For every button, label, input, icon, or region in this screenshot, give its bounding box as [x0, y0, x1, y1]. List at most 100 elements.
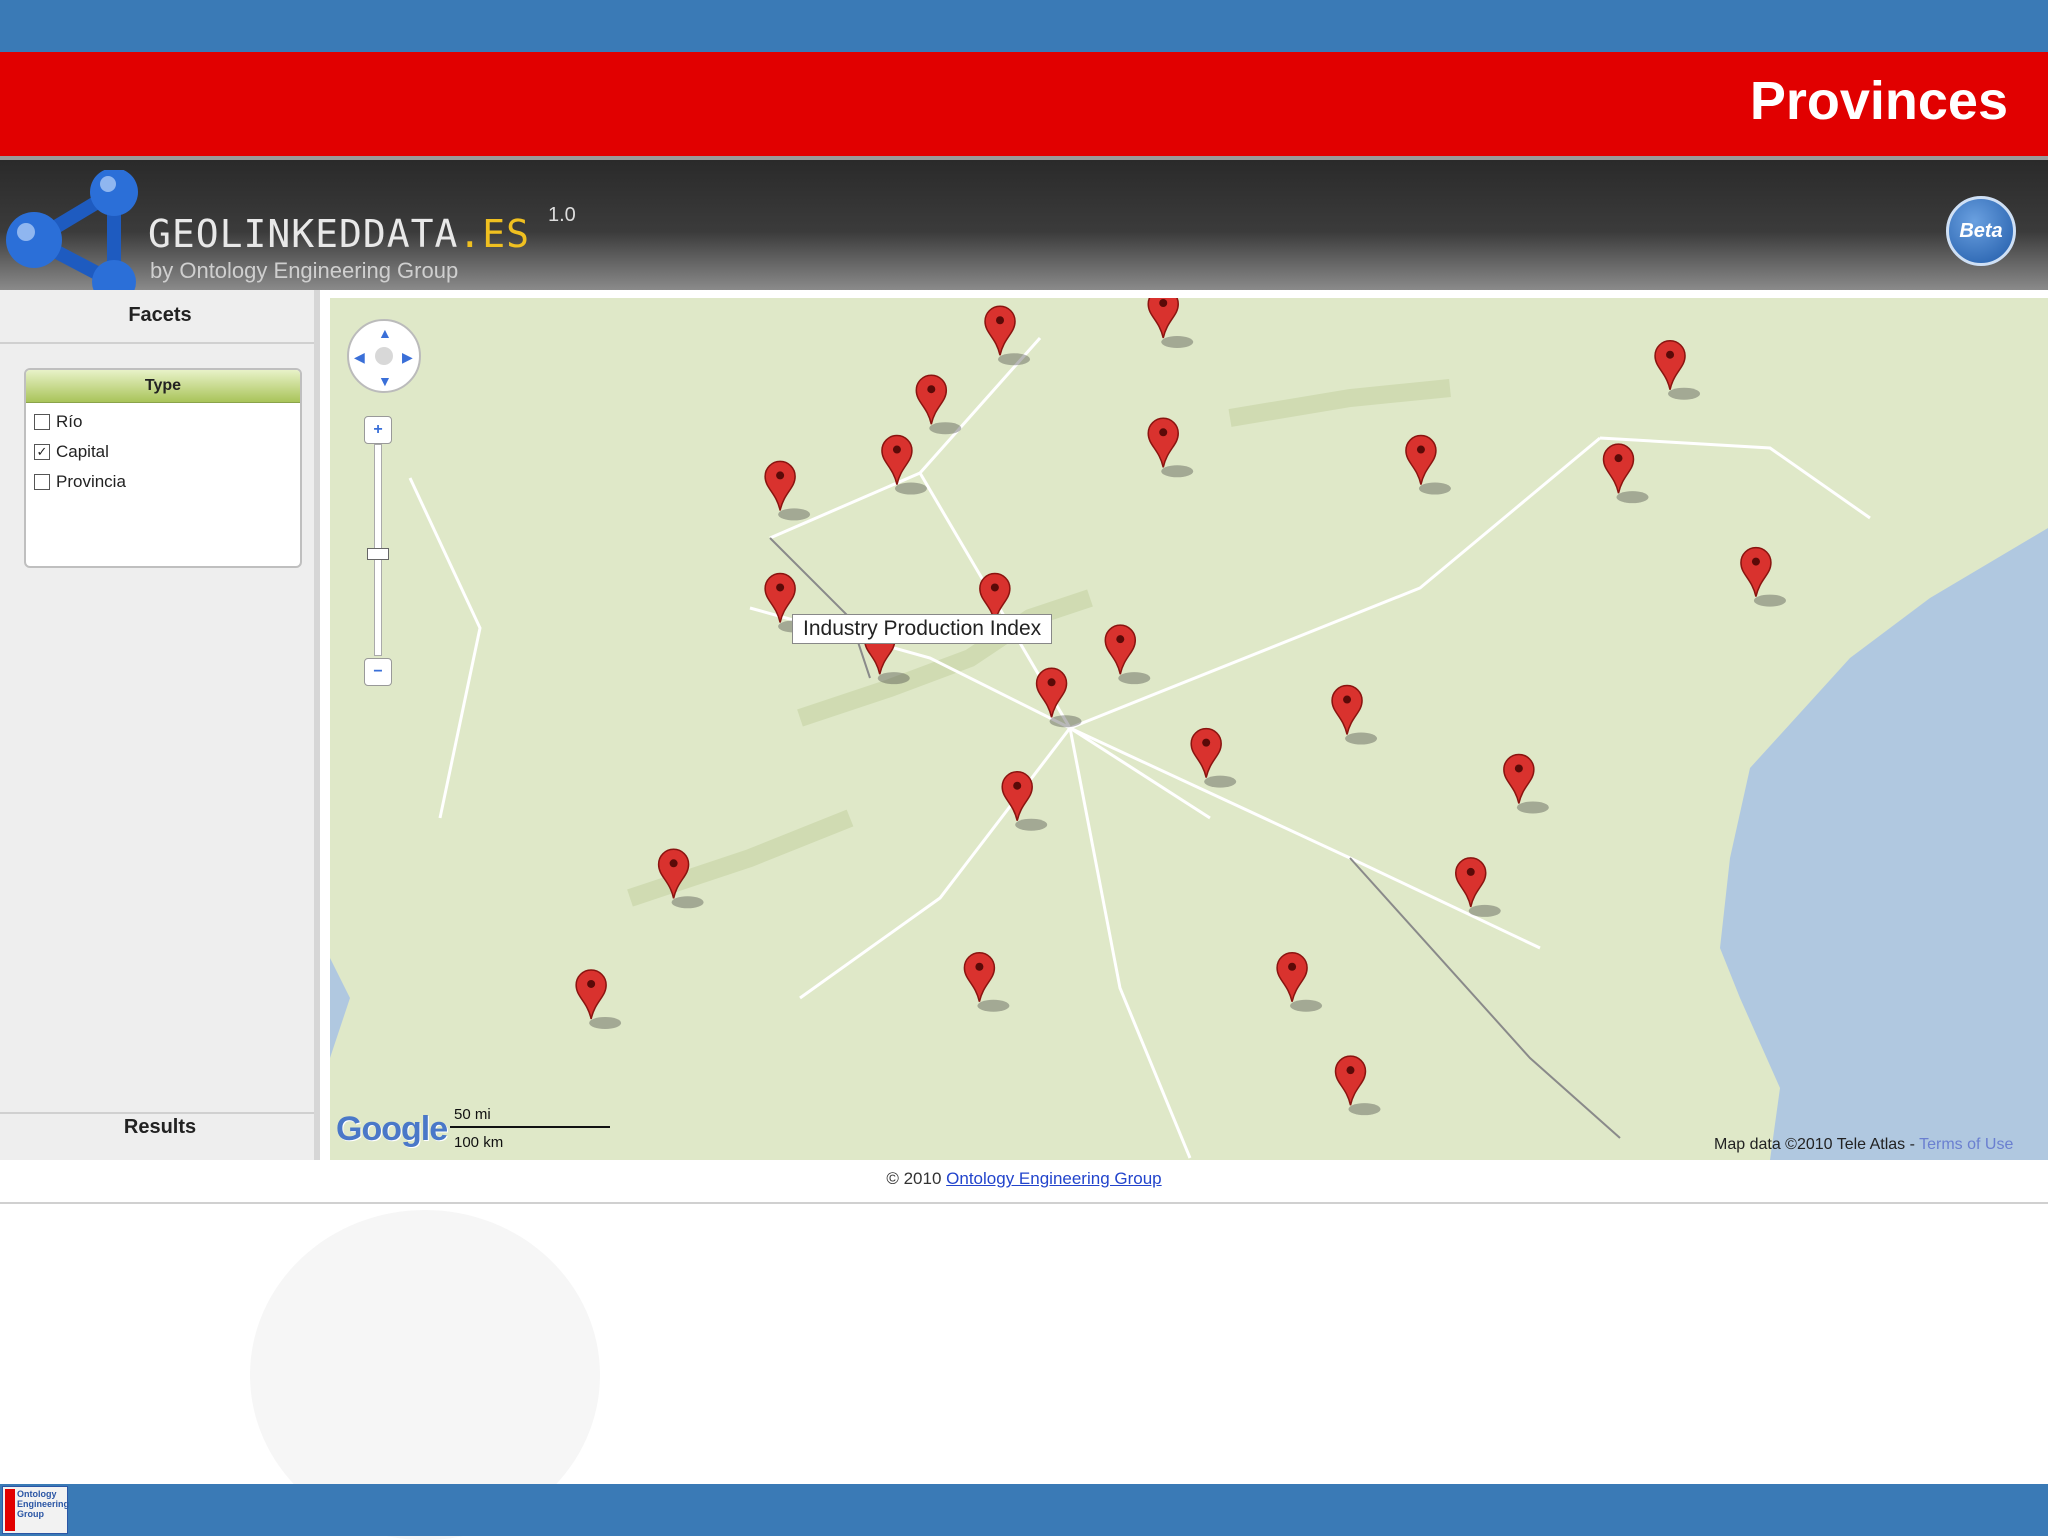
marker-shadow [1118, 672, 1151, 685]
marker-dot [1159, 428, 1168, 437]
marker-dot [927, 385, 936, 394]
page-footer: © 2010 Ontology Engineering Group [0, 1162, 2048, 1204]
facet-option-rio[interactable]: Río [26, 407, 300, 437]
marker-shadow [1516, 801, 1549, 814]
marker-dot [1514, 764, 1523, 773]
marker-dot [1343, 695, 1352, 704]
marker-shadow [1345, 732, 1378, 745]
scale-bar [450, 1126, 610, 1128]
top-band [0, 0, 2048, 52]
brand-name: GEOLINKEDDATA.ES [148, 212, 530, 256]
provincia-checkbox[interactable] [34, 474, 50, 490]
marker-dot [892, 445, 901, 454]
marker-shadow [1348, 1103, 1381, 1116]
facets-title: Facets [128, 304, 192, 326]
brand-main: GEOLINKEDDATA [148, 212, 459, 256]
beta-badge: Beta [1946, 196, 2016, 266]
bottom-band [0, 1484, 2048, 1536]
copyright: © 2010 [886, 1169, 942, 1188]
marker-dot [669, 859, 678, 868]
marker-shadow [671, 896, 704, 909]
bottom-logo-text: Ontology Engineering Group [17, 1489, 70, 1519]
divider [0, 342, 314, 344]
facet-option-label: Capital [56, 442, 109, 461]
zoom-slider[interactable]: + − [364, 416, 392, 686]
marker-shadow [1049, 715, 1082, 728]
zoom-in-button[interactable]: + [364, 416, 392, 444]
marker-shadow [1015, 818, 1048, 831]
app-header: GEOLINKEDDATA.ES 1.0 by Ontology Enginee… [0, 156, 2048, 298]
results-title[interactable]: Results [0, 1116, 320, 1139]
type-facet-box: Type Río ✓ Capital Provincia [24, 368, 302, 568]
brand-tld: .ES [458, 212, 531, 256]
terms-link[interactable]: Terms of Use [1919, 1136, 2013, 1153]
marker-shadow [1290, 999, 1323, 1012]
brand-subtitle: by Ontology Engineering Group [150, 258, 459, 283]
marker-shadow [877, 672, 910, 685]
marker-shadow [977, 999, 1010, 1012]
marker-shadow [589, 1016, 622, 1029]
oeg-logo-icon: Ontology Engineering Group [2, 1486, 70, 1534]
marker-dot [1466, 867, 1475, 876]
marker-shadow [1668, 387, 1701, 400]
molecule-logo-icon[interactable] [4, 170, 144, 298]
marker-dot [1416, 445, 1425, 454]
facet-option-label: Río [56, 412, 83, 431]
marker-shadow [1616, 491, 1649, 504]
marker-shadow [1161, 336, 1194, 348]
title-band [0, 52, 2048, 156]
marker-dot [1751, 557, 1760, 566]
marker-shadow [1161, 465, 1194, 478]
facet-option-provincia[interactable]: Provincia [26, 467, 300, 497]
map-attribution: Map data ©2010 Tele Atlas - Terms of Use [1714, 1136, 2013, 1154]
facet-option-label: Provincia [56, 472, 126, 491]
marker-shadow [929, 422, 962, 435]
scale-miles: 50 mi [454, 1106, 491, 1123]
marker-dot [1666, 350, 1675, 359]
brand-version: 1.0 [548, 204, 576, 226]
marker-dot [587, 979, 596, 988]
pan-control-icon[interactable]: ▲ ▼ ◀ ▶ [344, 316, 424, 396]
divider [0, 1112, 314, 1114]
marker-dot [975, 962, 984, 971]
marker-dot [990, 583, 999, 592]
marker-dot [1116, 635, 1125, 644]
marker-dot [776, 471, 785, 480]
map-layer-tooltip: Industry Production Index [792, 614, 1053, 644]
svg-text:◀: ◀ [354, 349, 365, 365]
marker-dot [1047, 678, 1056, 687]
svg-text:▲: ▲ [378, 325, 392, 341]
google-logo[interactable]: Google [336, 1110, 448, 1149]
facet-option-capital[interactable]: ✓ Capital [26, 437, 300, 467]
marker-shadow [1468, 904, 1501, 917]
slide-title: Provinces [1749, 71, 2008, 131]
marker-shadow [778, 508, 811, 521]
map-view[interactable]: Industry Production Index Terrain▼ ▲ ▼ ◀… [330, 298, 2048, 1160]
marker-dot [1159, 299, 1168, 307]
svg-text:▶: ▶ [402, 349, 413, 365]
marker-dot [776, 583, 785, 592]
zoom-out-button[interactable]: − [364, 658, 392, 686]
type-facet-title: Type [26, 370, 300, 403]
oeg-link[interactable]: Ontology Engineering Group [946, 1169, 1161, 1188]
map-canvas[interactable] [330, 298, 2048, 1160]
map-scale: 50 mi 100 km [446, 1104, 614, 1151]
marker-shadow [1753, 594, 1786, 607]
marker-dot [1346, 1066, 1355, 1075]
marker-dot [1614, 454, 1623, 463]
marker-shadow [1418, 482, 1451, 495]
scale-km: 100 km [454, 1134, 504, 1151]
svg-text:▼: ▼ [378, 373, 392, 389]
marker-dot [1013, 781, 1022, 790]
rio-checkbox[interactable] [34, 414, 50, 430]
marker-dot [996, 316, 1005, 325]
attribution-text: Map data ©2010 Tele Atlas - [1714, 1136, 1920, 1153]
marker-dot [1288, 962, 1297, 971]
facets-sidebar: Facets Type Río ✓ Capital Provincia Resu… [0, 290, 320, 1160]
marker-shadow [1204, 775, 1237, 788]
zoom-handle[interactable] [367, 548, 389, 560]
marker-shadow [894, 482, 927, 495]
marker-shadow [998, 353, 1031, 366]
marker-dot [1202, 738, 1211, 747]
capital-checkbox[interactable]: ✓ [34, 444, 50, 460]
